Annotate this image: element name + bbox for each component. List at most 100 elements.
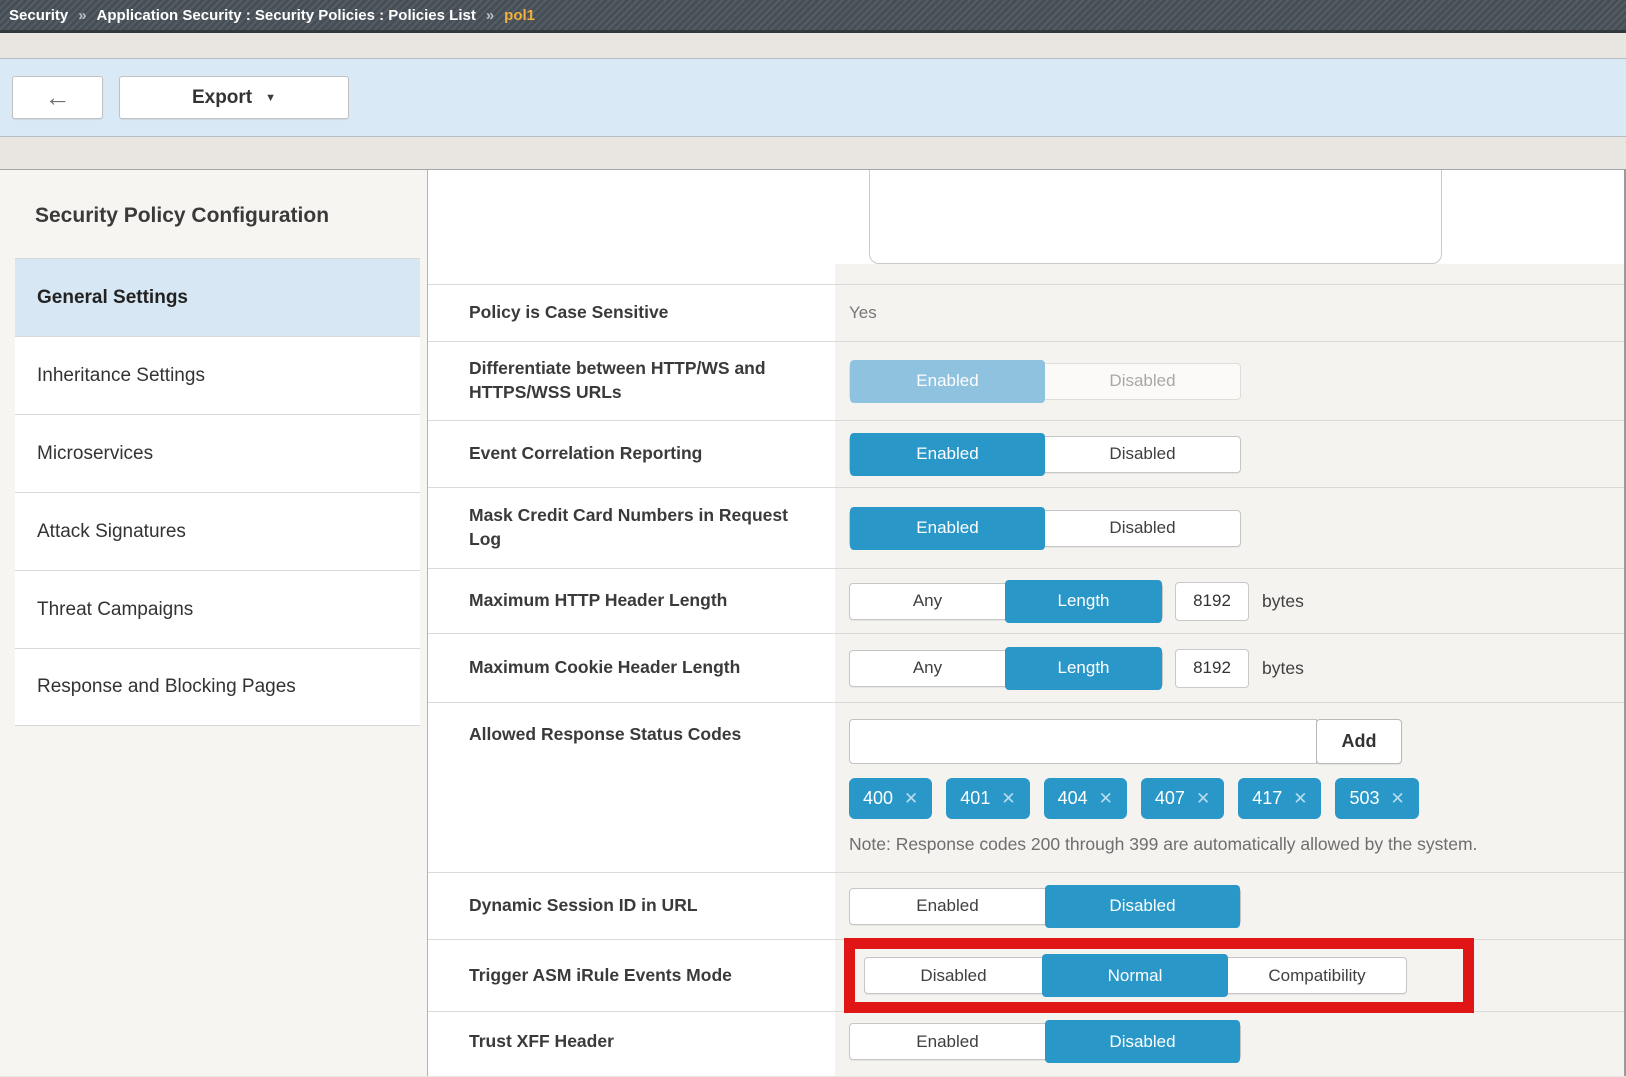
max-http-length-option[interactable]: Length: [1005, 580, 1162, 623]
row-event-correlation: Event Correlation Reporting Enabled Disa…: [428, 420, 1624, 487]
settings-top-strip: [428, 170, 1624, 264]
max-cookie-any-option[interactable]: Any: [850, 651, 1005, 686]
setting-label: Mask Credit Card Numbers in Request Log: [428, 488, 835, 568]
export-button-label: Export: [192, 87, 252, 109]
trust-xff-enabled-option[interactable]: Enabled: [850, 1024, 1045, 1059]
case-sensitive-value: Yes: [849, 303, 877, 323]
status-code-chip-label: 400: [863, 788, 893, 809]
toolbar-gap: [0, 33, 1626, 58]
status-code-chip-label: 503: [1349, 788, 1379, 809]
row-max-cookie-header: Maximum Cookie Header Length Any Length …: [428, 633, 1624, 702]
setting-label: Dynamic Session ID in URL: [428, 873, 835, 939]
sidebar-item-attack-signatures[interactable]: Attack Signatures: [15, 492, 420, 570]
row-dynamic-session-id: Dynamic Session ID in URL Enabled Disabl…: [428, 872, 1624, 939]
policy-name-field-partial[interactable]: [869, 170, 1442, 264]
differentiate-toggle: Enabled Disabled: [849, 363, 1241, 400]
differentiate-enabled-option[interactable]: Enabled: [850, 360, 1045, 403]
content-area: Security Policy Configuration General Se…: [0, 169, 1626, 1076]
sidebar-item-label: Threat Campaigns: [37, 599, 193, 621]
setting-label: Differentiate between HTTP/WS and HTTPS/…: [428, 342, 835, 420]
max-http-unit-label: bytes: [1262, 591, 1304, 612]
setting-label: Event Correlation Reporting: [428, 421, 835, 487]
row-trust-xff: Trust XFF Header Enabled Disabled: [428, 1011, 1624, 1076]
setting-label: Trigger ASM iRule Events Mode: [428, 940, 835, 1011]
export-button[interactable]: Export ▼: [119, 76, 349, 119]
max-cookie-length-option[interactable]: Length: [1005, 647, 1162, 690]
event-correlation-enabled-option[interactable]: Enabled: [850, 433, 1045, 476]
row-trigger-irule-mode: Trigger ASM iRule Events Mode Disabled N…: [428, 939, 1624, 1011]
sidebar-item-label: Response and Blocking Pages: [37, 676, 296, 698]
status-code-chip-label: 401: [960, 788, 990, 809]
breadcrumb-current-policy: pol1: [504, 7, 535, 24]
status-code-chip: 503 ✕: [1335, 778, 1418, 819]
differentiate-disabled-option[interactable]: Disabled: [1045, 364, 1240, 399]
max-cookie-unit-label: bytes: [1262, 658, 1304, 679]
trigger-irule-toggle: Disabled Normal Compatibility: [864, 957, 1407, 994]
breadcrumb-separator-icon: »: [486, 7, 494, 24]
sidebar-item-label: Microservices: [37, 443, 153, 465]
row-mask-credit-card: Mask Credit Card Numbers in Request Log …: [428, 487, 1624, 568]
row-spacer: [428, 264, 1624, 284]
toolbar: ← Export ▼: [0, 58, 1626, 137]
dynamic-session-enabled-option[interactable]: Enabled: [850, 889, 1045, 924]
max-http-header-toggle: Any Length: [849, 583, 1163, 620]
status-code-chip-label: 404: [1058, 788, 1088, 809]
mask-credit-enabled-option[interactable]: Enabled: [850, 507, 1045, 550]
status-code-input[interactable]: [849, 719, 1317, 764]
sidebar-item-response-blocking-pages[interactable]: Response and Blocking Pages: [15, 648, 420, 726]
status-code-chip-label: 407: [1155, 788, 1185, 809]
setting-label: Maximum HTTP Header Length: [428, 569, 835, 633]
sidebar-item-label: Attack Signatures: [37, 521, 186, 543]
status-code-chip: 407 ✕: [1141, 778, 1224, 819]
max-cookie-length-input[interactable]: [1175, 649, 1249, 688]
back-button[interactable]: ←: [12, 76, 103, 119]
breadcrumb: Security » Application Security : Securi…: [0, 0, 1626, 33]
dynamic-session-disabled-option[interactable]: Disabled: [1045, 885, 1240, 928]
trigger-irule-disabled-option[interactable]: Disabled: [865, 958, 1042, 993]
sidebar: Security Policy Configuration General Se…: [0, 170, 428, 1076]
setting-label: Policy is Case Sensitive: [428, 285, 835, 341]
status-codes-note: Note: Response codes 200 through 399 are…: [849, 834, 1477, 855]
breadcrumb-path[interactable]: Application Security : Security Policies…: [97, 7, 476, 24]
event-correlation-disabled-option[interactable]: Disabled: [1045, 437, 1240, 472]
breadcrumb-separator-icon: »: [78, 7, 86, 24]
sidebar-item-inheritance-settings[interactable]: Inheritance Settings: [15, 336, 420, 414]
status-code-chip: 404 ✕: [1044, 778, 1127, 819]
remove-code-icon[interactable]: ✕: [1391, 789, 1405, 809]
row-differentiate-urls: Differentiate between HTTP/WS and HTTPS/…: [428, 341, 1624, 420]
trigger-irule-compatibility-option[interactable]: Compatibility: [1228, 958, 1406, 993]
max-http-any-option[interactable]: Any: [850, 584, 1005, 619]
setting-label: Maximum Cookie Header Length: [428, 634, 835, 702]
dynamic-session-toggle: Enabled Disabled: [849, 888, 1241, 925]
remove-code-icon[interactable]: ✕: [1196, 789, 1210, 809]
event-correlation-toggle: Enabled Disabled: [849, 436, 1241, 473]
setting-label: Allowed Response Status Codes: [428, 703, 835, 872]
red-highlight-annotation: Disabled Normal Compatibility: [844, 938, 1474, 1013]
settings-panel: Policy is Case Sensitive Yes Differentia…: [428, 170, 1624, 1076]
sidebar-item-label: General Settings: [37, 287, 188, 309]
sidebar-item-general-settings[interactable]: General Settings: [15, 258, 420, 336]
remove-code-icon[interactable]: ✕: [1001, 789, 1015, 809]
row-allowed-status-codes: Allowed Response Status Codes Add 400 ✕ …: [428, 702, 1624, 872]
trigger-irule-normal-option[interactable]: Normal: [1042, 954, 1228, 997]
trust-xff-toggle: Enabled Disabled: [849, 1023, 1241, 1060]
toolbar-gap: [0, 137, 1626, 169]
row-max-http-header: Maximum HTTP Header Length Any Length by…: [428, 568, 1624, 633]
status-code-chip: 401 ✕: [946, 778, 1029, 819]
mask-credit-toggle: Enabled Disabled: [849, 510, 1241, 547]
sidebar-title: Security Policy Configuration: [35, 204, 427, 228]
breadcrumb-section[interactable]: Security: [9, 7, 68, 24]
remove-code-icon[interactable]: ✕: [1293, 789, 1307, 809]
sidebar-item-threat-campaigns[interactable]: Threat Campaigns: [15, 570, 420, 648]
remove-code-icon[interactable]: ✕: [904, 789, 918, 809]
max-http-length-input[interactable]: [1175, 582, 1249, 621]
sidebar-item-microservices[interactable]: Microservices: [15, 414, 420, 492]
trust-xff-disabled-option[interactable]: Disabled: [1045, 1020, 1240, 1063]
status-code-chip: 417 ✕: [1238, 778, 1321, 819]
chevron-down-icon: ▼: [265, 92, 276, 104]
status-code-chip-label: 417: [1252, 788, 1282, 809]
sidebar-item-label: Inheritance Settings: [37, 365, 205, 387]
add-status-code-button[interactable]: Add: [1316, 719, 1402, 764]
remove-code-icon[interactable]: ✕: [1099, 789, 1113, 809]
mask-credit-disabled-option[interactable]: Disabled: [1045, 511, 1240, 546]
